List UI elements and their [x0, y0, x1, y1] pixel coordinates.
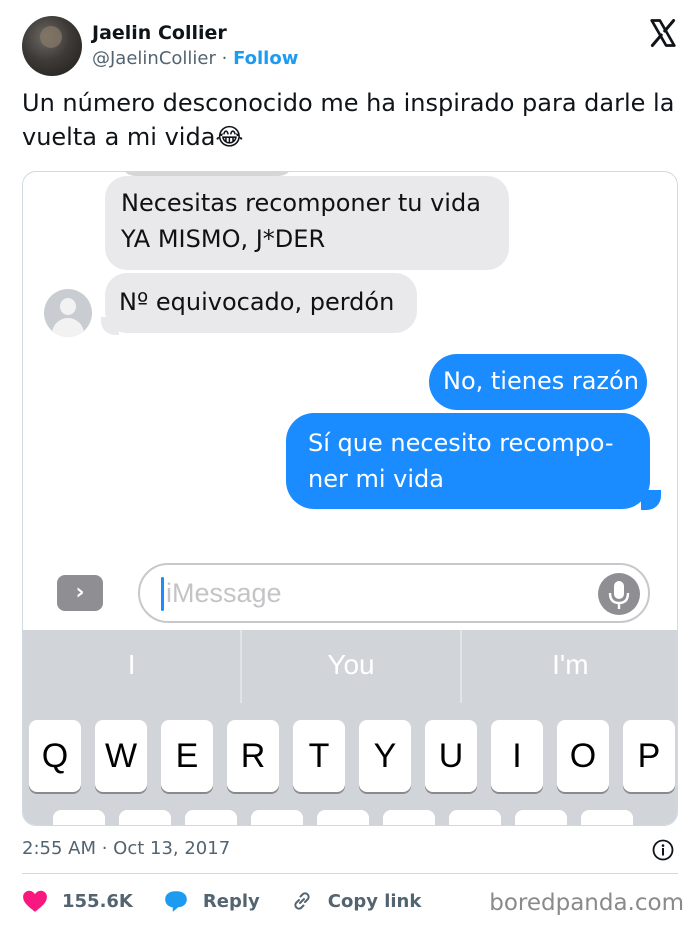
key[interactable]: T — [293, 720, 345, 792]
key[interactable]: Q — [29, 720, 81, 792]
tweet-text: Un número desconocido me ha inspirado pa… — [22, 89, 675, 151]
keyboard: I You I'm Q W E R T Y U I O P — [23, 630, 677, 825]
message-bubble-received: Nº equivocado, perdón — [105, 273, 417, 333]
x-logo-icon[interactable] — [648, 18, 678, 48]
key[interactable]: I — [491, 720, 543, 792]
suggestion-item[interactable]: You — [242, 630, 462, 703]
copy-link-label: Copy link — [327, 890, 422, 912]
key[interactable] — [581, 810, 633, 825]
tweet-timestamp[interactable]: 2:55 AM · Oct 13, 2017 — [22, 838, 230, 859]
chevron-right-icon: › — [75, 580, 85, 605]
message-bubble-received: Necesitas recomponer tu vida YA MISMO, J… — [105, 176, 509, 270]
text-cursor — [161, 577, 164, 611]
keyboard-row-2 — [53, 810, 633, 825]
microphone-icon[interactable] — [598, 573, 640, 615]
key[interactable] — [515, 810, 567, 825]
heart-icon — [23, 890, 47, 912]
reply-button[interactable]: Reply — [163, 889, 260, 913]
key[interactable]: O — [557, 720, 609, 792]
watermark: boredpanda.com — [489, 890, 684, 916]
copy-link-button[interactable]: Copy link — [290, 889, 422, 913]
key[interactable] — [383, 810, 435, 825]
key[interactable] — [317, 810, 369, 825]
author-name[interactable]: Jaelin Collier — [92, 22, 227, 44]
like-count: 155.6K — [62, 890, 133, 912]
message-text: Sí que necesito recompo- — [308, 429, 614, 457]
handle-separator: · — [215, 48, 234, 69]
input-placeholder: iMessage — [166, 578, 282, 608]
author-handle[interactable]: @JaelinCollier — [92, 48, 216, 69]
message-bubble-sent: No, tienes razón — [429, 354, 647, 410]
key[interactable] — [251, 810, 303, 825]
message-text: Nº equivocado, perdón — [119, 288, 395, 316]
reply-bubble-icon — [165, 891, 187, 912]
message-bubble-sent: Sí que necesito recompo- ner mi vida — [286, 413, 650, 509]
suggestion-item[interactable]: I'm — [462, 630, 677, 703]
predictive-bar: I You I'm — [23, 630, 677, 703]
divider — [22, 873, 678, 874]
key[interactable]: W — [95, 720, 147, 792]
key[interactable] — [119, 810, 171, 825]
suggestion-item[interactable]: I — [23, 630, 243, 703]
message-text: ner mi vida — [308, 465, 444, 493]
reply-label: Reply — [202, 890, 260, 912]
message-text: No, tienes razón — [443, 367, 639, 395]
info-icon[interactable] — [652, 839, 674, 861]
author-handle-line: @JaelinCollier · Follow — [92, 48, 298, 69]
key[interactable]: Y — [359, 720, 411, 792]
imessage-input[interactable]: iMessage — [138, 563, 650, 623]
key[interactable] — [185, 810, 237, 825]
key[interactable] — [449, 810, 501, 825]
contact-avatar-icon — [44, 289, 92, 337]
key[interactable] — [53, 810, 105, 825]
expand-apps-button[interactable]: › — [57, 575, 103, 611]
message-text: YA MISMO, J*DER — [121, 225, 326, 253]
link-icon — [294, 892, 310, 910]
keyboard-row-1: Q W E R T Y U I O P — [29, 720, 675, 792]
message-text: Necesitas recomponer tu vida — [121, 189, 481, 217]
tweet-media-image[interactable]: Necesitas recomponer tu vida YA MISMO, J… — [22, 171, 678, 826]
tweet-actions: 155.6K Reply Copy link — [22, 886, 451, 916]
author-avatar[interactable] — [22, 16, 82, 76]
like-button[interactable]: 155.6K — [22, 889, 133, 913]
key[interactable]: P — [623, 720, 675, 792]
key[interactable]: R — [227, 720, 279, 792]
key[interactable]: U — [425, 720, 477, 792]
follow-button[interactable]: Follow — [233, 48, 298, 69]
key[interactable]: E — [161, 720, 213, 792]
